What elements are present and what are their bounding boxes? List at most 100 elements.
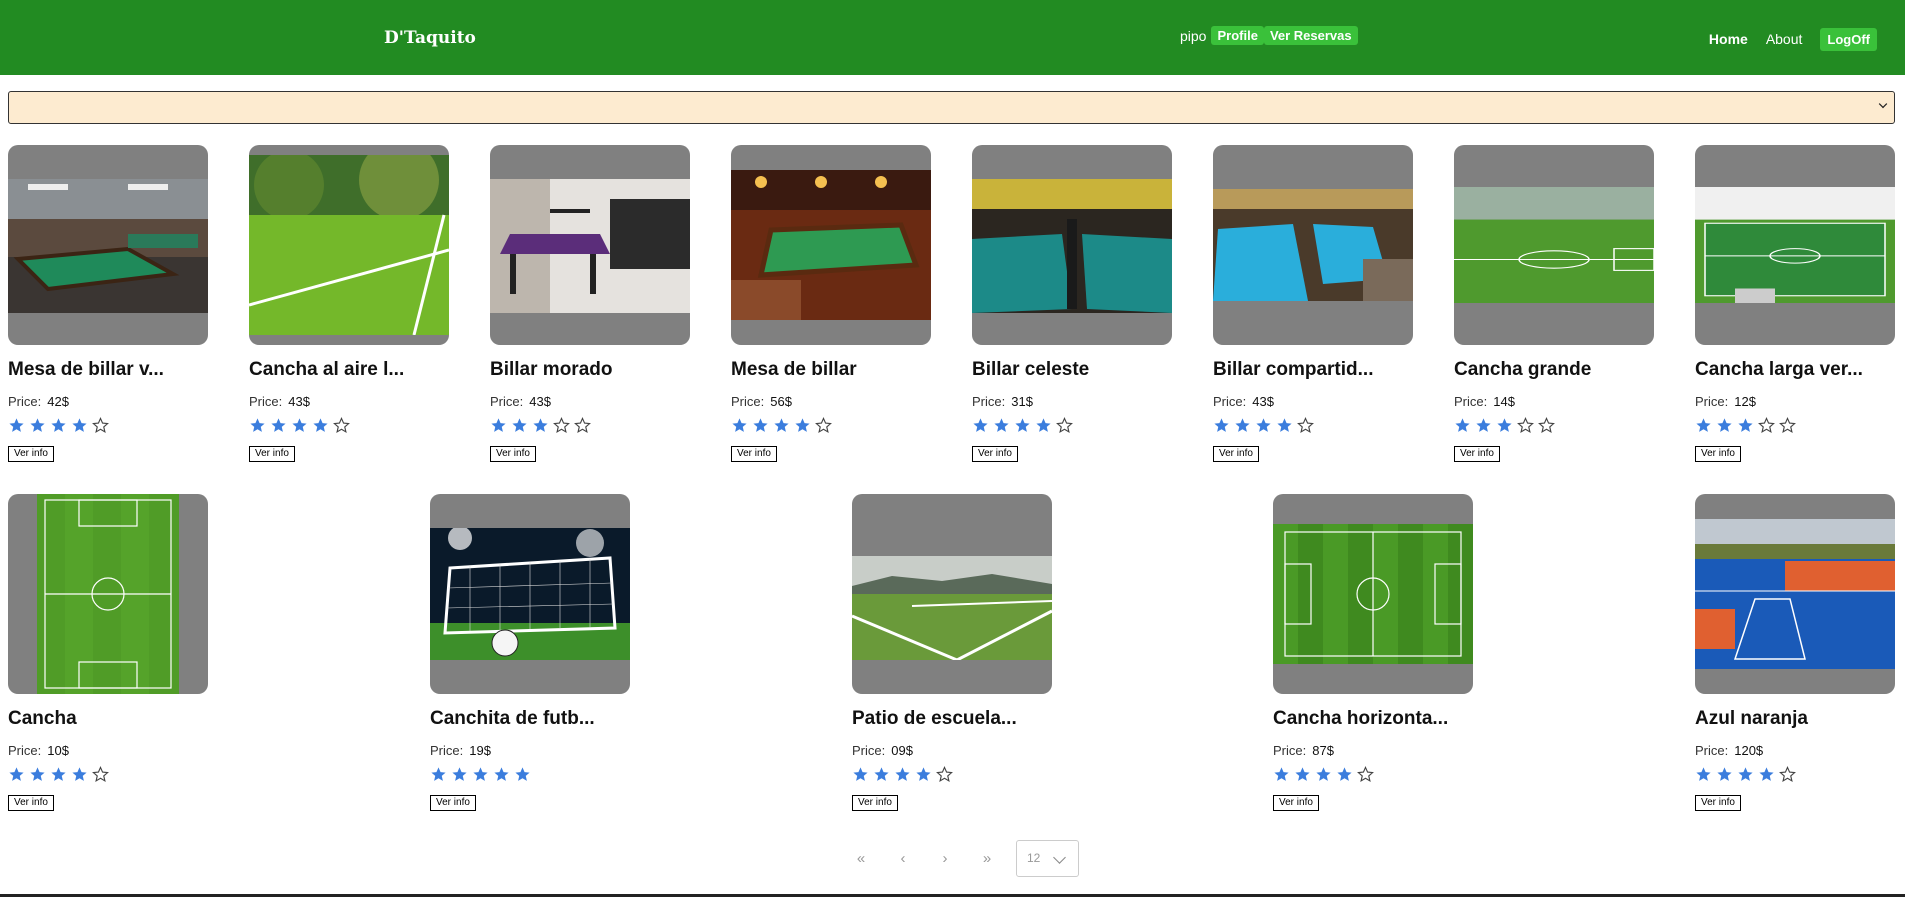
ver-info-button[interactable]: Ver info <box>249 446 295 462</box>
ver-info-button[interactable]: Ver info <box>430 795 476 811</box>
pagination: « ‹ › » 12 <box>840 840 1079 877</box>
product-image[interactable] <box>1695 494 1895 694</box>
username: pipo <box>1180 27 1207 44</box>
profile-button[interactable]: Profile <box>1211 26 1264 45</box>
brand-logo[interactable]: D'Taquito <box>384 28 476 48</box>
product-price: Price: 12$ <box>1695 394 1895 409</box>
star-filled-icon <box>1315 766 1336 784</box>
product-card: Billar morado Price: 43$ Ver info <box>490 145 690 462</box>
star-filled-icon <box>1255 417 1276 435</box>
next-page-button[interactable]: › <box>924 850 966 867</box>
ver-reservas-button[interactable]: Ver Reservas <box>1263 26 1358 45</box>
ver-info-button[interactable]: Ver info <box>1454 446 1500 462</box>
rating-stars <box>1213 417 1413 435</box>
price-value: 09$ <box>891 743 913 758</box>
price-label: Price: <box>8 394 42 409</box>
product-image[interactable] <box>852 494 1052 694</box>
star-filled-icon <box>511 417 532 435</box>
price-label: Price: <box>1454 394 1488 409</box>
rating-stars <box>1695 417 1895 435</box>
star-empty-icon <box>1538 417 1559 435</box>
star-filled-icon <box>1758 766 1779 784</box>
price-label: Price: <box>972 394 1006 409</box>
product-image[interactable] <box>430 494 630 694</box>
star-filled-icon <box>794 417 815 435</box>
ver-info-button[interactable]: Ver info <box>490 446 536 462</box>
prev-page-button[interactable]: ‹ <box>882 850 924 867</box>
price-label: Price: <box>1213 394 1247 409</box>
product-photo <box>1695 187 1895 303</box>
rating-stars <box>430 766 630 784</box>
user-area: pipo Profile Ver Reservas <box>1180 26 1358 45</box>
ver-info-button[interactable]: Ver info <box>1695 795 1741 811</box>
star-empty-icon <box>1779 766 1800 784</box>
page-size-select[interactable]: 12 <box>1016 840 1079 877</box>
first-page-button[interactable]: « <box>840 850 882 867</box>
product-card: Mesa de billar Price: 56$ Ver info <box>731 145 931 462</box>
product-photo <box>249 145 449 336</box>
star-filled-icon <box>1496 417 1517 435</box>
logoff-button[interactable]: LogOff <box>1820 28 1877 51</box>
product-photo <box>1454 187 1654 303</box>
product-image[interactable] <box>490 145 690 345</box>
product-image[interactable] <box>1213 145 1413 345</box>
last-page-button[interactable]: » <box>966 850 1008 867</box>
nav-home-link[interactable]: Home <box>1709 31 1748 47</box>
ver-info-button[interactable]: Ver info <box>8 446 54 462</box>
star-empty-icon <box>1517 417 1538 435</box>
ver-info-button[interactable]: Ver info <box>852 795 898 811</box>
product-image[interactable] <box>972 145 1172 345</box>
rating-stars <box>8 766 208 784</box>
rating-stars <box>490 417 690 435</box>
nav-about-link[interactable]: About <box>1766 31 1803 47</box>
star-filled-icon <box>1475 417 1496 435</box>
product-title: Azul naranja <box>1695 708 1808 729</box>
price-value: 43$ <box>529 394 551 409</box>
star-filled-icon <box>8 417 29 435</box>
star-empty-icon <box>1779 417 1800 435</box>
ver-info-button[interactable]: Ver info <box>1695 446 1741 462</box>
product-image[interactable] <box>8 494 208 694</box>
price-value: 12$ <box>1734 394 1756 409</box>
product-card: Cancha larga ver... Price: 12$ Ver info <box>1695 145 1895 462</box>
star-filled-icon <box>71 766 92 784</box>
product-image[interactable] <box>1695 145 1895 345</box>
product-title: Cancha horizonta... <box>1273 708 1449 729</box>
ver-info-button[interactable]: Ver info <box>8 795 54 811</box>
product-photo <box>852 556 1052 662</box>
star-filled-icon <box>773 417 794 435</box>
star-filled-icon <box>894 766 915 784</box>
product-image[interactable] <box>249 145 449 345</box>
price-value: 14$ <box>1493 394 1515 409</box>
star-empty-icon <box>574 417 595 435</box>
price-value: 43$ <box>288 394 310 409</box>
product-image[interactable] <box>1454 145 1654 345</box>
category-filter-select[interactable] <box>8 91 1895 124</box>
star-filled-icon <box>1234 417 1255 435</box>
star-filled-icon <box>29 417 50 435</box>
product-image[interactable] <box>8 145 208 345</box>
product-price: Price: 31$ <box>972 394 1172 409</box>
product-photo <box>8 179 208 313</box>
product-card: Cancha al aire l... Price: 43$ Ver info <box>249 145 449 462</box>
ver-info-button[interactable]: Ver info <box>1213 446 1259 462</box>
price-label: Price: <box>731 394 765 409</box>
product-image[interactable] <box>731 145 931 345</box>
navbar: D'Taquito pipo Profile Ver Reservas Home… <box>0 0 1905 75</box>
star-filled-icon <box>532 417 553 435</box>
product-title: Cancha al aire l... <box>249 359 405 380</box>
ver-info-button[interactable]: Ver info <box>731 446 777 462</box>
star-empty-icon <box>92 766 113 784</box>
product-price: Price: 09$ <box>852 743 1052 758</box>
product-image[interactable] <box>1273 494 1473 694</box>
ver-info-button[interactable]: Ver info <box>972 446 1018 462</box>
product-photo <box>430 526 630 660</box>
star-filled-icon <box>1695 417 1716 435</box>
product-photo <box>1213 189 1413 301</box>
product-price: Price: 43$ <box>249 394 449 409</box>
star-empty-icon <box>333 417 354 435</box>
star-filled-icon <box>1213 417 1234 435</box>
product-price: Price: 56$ <box>731 394 931 409</box>
ver-info-button[interactable]: Ver info <box>1273 795 1319 811</box>
product-photo <box>972 179 1172 313</box>
